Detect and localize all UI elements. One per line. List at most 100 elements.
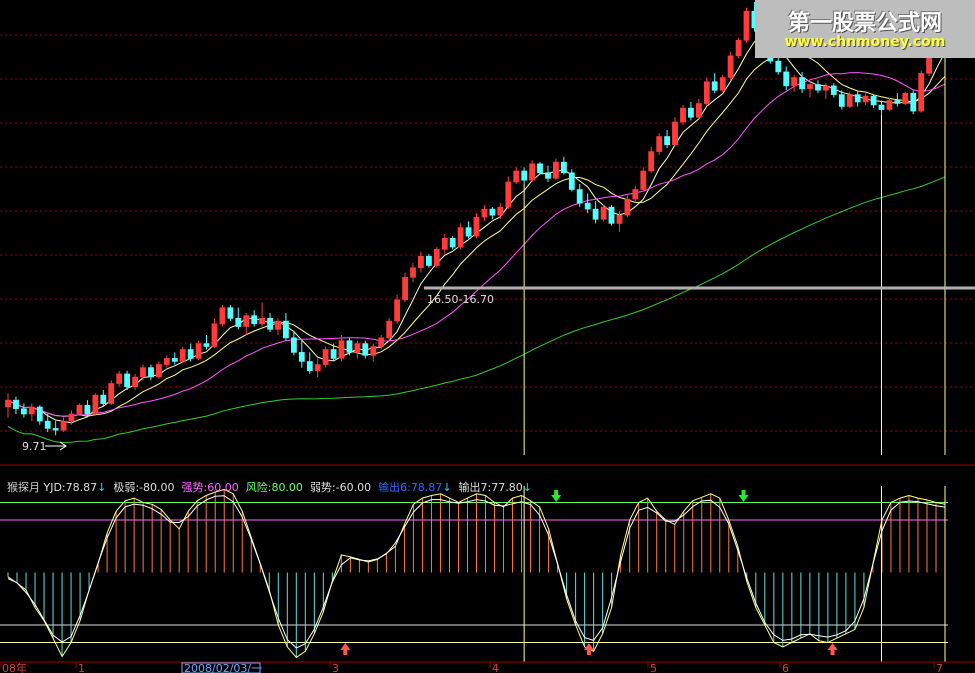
- candle-down: [568, 172, 575, 190]
- candle-down: [306, 361, 313, 372]
- candle-up: [275, 320, 281, 330]
- candle-up: [243, 315, 250, 327]
- buy-arrow-icon: [583, 643, 594, 655]
- candle-up: [616, 214, 623, 224]
- candle-down: [187, 349, 194, 359]
- candle-up: [918, 73, 925, 112]
- sell-arrow-icon: [738, 490, 749, 502]
- candle-down: [84, 404, 91, 415]
- output7-arrow-icon: ↓: [522, 481, 532, 494]
- candle-down: [815, 84, 821, 91]
- candle-up: [60, 420, 67, 431]
- candle-up: [195, 343, 202, 359]
- candle-down: [592, 208, 599, 220]
- price-grid: [0, 34, 975, 432]
- candle-down: [227, 307, 234, 319]
- candle-up: [394, 299, 400, 322]
- candle-up: [703, 81, 710, 104]
- candle-down: [687, 107, 694, 118]
- candle-down: [100, 394, 107, 404]
- candle-up: [513, 170, 520, 183]
- candle-up: [179, 349, 186, 362]
- watermark-url: www.chnmoney.com: [784, 34, 946, 50]
- oscillator-panel: [0, 486, 948, 662]
- candle-down: [425, 255, 432, 266]
- candle-up: [402, 276, 408, 301]
- candle-up: [433, 249, 440, 266]
- chart-canvas: 16.50-16.70 9.71 08年 1 2008/02/03/一 3 4 5 6 7: [0, 2, 975, 673]
- candle-up: [846, 94, 853, 107]
- x-tick-label: 3: [332, 662, 339, 673]
- candle-up: [743, 10, 750, 41]
- candlesticks: [5, 2, 948, 436]
- candle-up: [727, 55, 734, 78]
- candle-down: [799, 77, 805, 90]
- candle-up: [76, 404, 83, 415]
- candle-down: [13, 399, 19, 410]
- candle-down: [124, 373, 130, 388]
- candle-up: [473, 216, 480, 237]
- candle-up: [902, 92, 909, 104]
- yjd-arrow-icon: ↓: [97, 481, 107, 494]
- candle-up: [211, 323, 218, 347]
- candle-down: [783, 71, 790, 87]
- candle-down: [910, 92, 917, 112]
- candle-up: [552, 161, 559, 179]
- candle-down: [36, 406, 43, 422]
- candle-down: [584, 202, 591, 210]
- candle-down: [870, 95, 877, 106]
- candle-down: [711, 81, 718, 91]
- output6-value: 输出6:78.87: [378, 481, 443, 494]
- candle-up: [807, 84, 813, 90]
- candle-up: [441, 238, 448, 250]
- candle-up: [314, 364, 321, 371]
- moving-average-lines: [7, 34, 946, 444]
- candle-down: [251, 315, 258, 325]
- candle-up: [5, 399, 11, 408]
- candle-up: [735, 39, 742, 57]
- candle-down: [576, 189, 583, 204]
- candle-down: [298, 352, 305, 362]
- candle-down: [52, 428, 59, 431]
- candle-up: [68, 413, 75, 422]
- candle-down: [830, 85, 837, 95]
- candle-up: [108, 383, 115, 404]
- candle-down: [560, 161, 567, 174]
- candle-up: [624, 198, 631, 216]
- candle-down: [664, 136, 670, 146]
- candle-down: [330, 349, 337, 359]
- candle-up: [600, 206, 607, 220]
- candle-down: [537, 163, 543, 174]
- candle-up: [791, 77, 797, 87]
- candle-down: [44, 420, 51, 429]
- sell-arrow-icon: [551, 490, 562, 502]
- candle-up: [457, 227, 464, 248]
- candle-down: [449, 238, 456, 248]
- candle-down: [346, 340, 353, 353]
- candle-up: [156, 364, 162, 378]
- candle-up: [822, 85, 829, 91]
- yjd-value: YJD:78.87: [43, 481, 98, 494]
- candle-up: [695, 103, 702, 118]
- candle-up: [640, 170, 647, 190]
- candle-up: [140, 367, 146, 378]
- buy-arrow-icon: [340, 643, 351, 655]
- watermark-title: 第一股票公式网: [787, 11, 942, 36]
- candle-down: [20, 408, 27, 415]
- candle-up: [92, 394, 99, 415]
- candle-down: [521, 170, 528, 181]
- candle-down: [775, 60, 782, 73]
- buy-arrow-icon: [827, 643, 838, 655]
- candle-down: [203, 343, 210, 347]
- candle-down: [489, 208, 496, 216]
- x-tick-label: 6: [782, 662, 789, 673]
- candle-up: [219, 307, 226, 325]
- candle-up: [370, 346, 377, 356]
- range-label: 16.50-16.70: [427, 293, 494, 306]
- candle-up: [378, 337, 385, 347]
- candle-down: [545, 172, 551, 179]
- candle-up: [497, 206, 504, 216]
- x-tick-label: 4: [492, 662, 499, 673]
- candle-down: [608, 206, 615, 224]
- candle-up: [672, 121, 678, 146]
